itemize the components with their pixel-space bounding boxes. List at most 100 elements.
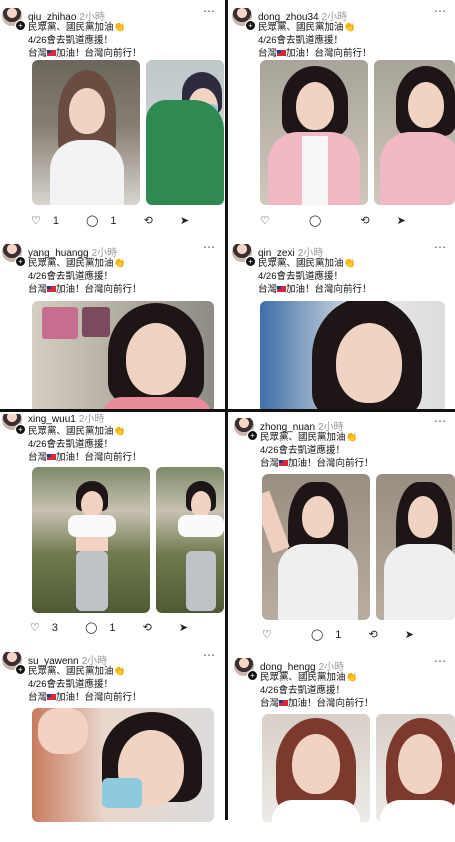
- text-part: 台灣: [260, 698, 280, 709]
- more-icon[interactable]: ⋯: [203, 652, 216, 662]
- post-photo[interactable]: [32, 708, 214, 822]
- like-count: 1: [52, 215, 59, 227]
- vertical-divider-top: [225, 0, 228, 410]
- follow-plus-icon[interactable]: +: [247, 430, 258, 441]
- like-button[interactable]: ♡: [262, 628, 296, 641]
- post-photo[interactable]: [262, 474, 370, 620]
- post-photo[interactable]: [260, 301, 445, 409]
- post-text-line: 民眾黨、國民黨加油👏: [260, 432, 358, 443]
- post-photo[interactable]: [146, 60, 224, 205]
- follow-plus-icon[interactable]: +: [15, 664, 26, 675]
- share-icon: ➤: [404, 629, 414, 641]
- post-text-line: 台灣 加油！台灣向前行！: [260, 697, 374, 710]
- like-button[interactable]: ♡ 1: [31, 214, 71, 227]
- post-card: + dong_zhou34 2小時 ⋯ 民眾黨、國民黨加油👏 4/26會去凱道應援…: [230, 8, 455, 233]
- post-text-line: 民眾黨、國民黨加油👏: [28, 666, 126, 677]
- follow-plus-icon[interactable]: +: [245, 256, 256, 267]
- post-text-line: 4/26會去凱道應援！: [28, 679, 113, 690]
- text-part: 台灣: [28, 284, 48, 295]
- post-card: + dong_hengg 2小時 ⋯ 民眾黨、國民黨加油👏 4/26會去凱道應援！…: [232, 658, 455, 822]
- more-icon[interactable]: ⋯: [203, 244, 216, 254]
- vertical-divider-bottom: [225, 410, 228, 820]
- text-part: 加油！台灣向前行！: [286, 48, 372, 59]
- reply-icon: ◯: [86, 215, 99, 227]
- text-part: 加油！台灣向前行！: [56, 452, 142, 463]
- taiwan-flag-icon: [47, 50, 57, 57]
- reply-button[interactable]: ◯: [309, 214, 345, 227]
- post-photo[interactable]: [32, 301, 214, 409]
- like-count: 3: [51, 622, 58, 634]
- follow-plus-icon[interactable]: +: [15, 256, 26, 267]
- share-button[interactable]: ➤: [397, 214, 418, 227]
- post-card: + xing_wuu12小時 ⋯ 民眾黨、國民黨加油👏 4/26會去凱道應援！ …: [0, 414, 224, 644]
- reply-count: 1: [335, 629, 342, 641]
- more-icon[interactable]: ⋯: [434, 8, 447, 18]
- repost-button[interactable]: ⟲: [143, 621, 164, 634]
- taiwan-flag-icon: [279, 700, 289, 707]
- post-text-line: 4/26會去凱道應援！: [28, 439, 113, 450]
- share-button[interactable]: ➤: [405, 628, 426, 641]
- more-icon[interactable]: ⋯: [203, 8, 216, 18]
- post-text-line: 民眾黨、國民黨加油👏: [28, 258, 126, 269]
- post-text-line: 台灣 加油！台灣向前行！: [258, 47, 372, 60]
- taiwan-flag-icon: [47, 454, 57, 461]
- post-photo[interactable]: [260, 60, 368, 205]
- taiwan-flag-icon: [277, 50, 287, 57]
- text-part: 加油！台灣向前行！: [56, 48, 142, 59]
- post-card: + qiu_zhihao 2小時 ⋯ 民眾黨、國民黨加油👏 4/26會去凱道應援！…: [0, 8, 224, 233]
- like-button[interactable]: ♡: [260, 214, 294, 227]
- repost-button[interactable]: ⟲: [144, 214, 165, 227]
- post-photo[interactable]: [156, 467, 224, 613]
- post-text-line: 民眾黨、國民黨加油👏: [258, 22, 356, 33]
- share-button[interactable]: ➤: [179, 621, 200, 634]
- share-icon: ➤: [178, 622, 189, 634]
- reply-icon: ◯: [85, 622, 98, 634]
- like-icon: ♡: [30, 622, 40, 634]
- post-photo[interactable]: [374, 60, 455, 205]
- reply-button[interactable]: ◯ 1: [86, 214, 128, 227]
- follow-plus-icon[interactable]: +: [15, 424, 26, 435]
- text-part: 加油！台灣向前行！: [56, 284, 142, 295]
- post-time: 2小時: [78, 414, 105, 425]
- share-icon: ➤: [179, 215, 190, 227]
- share-button[interactable]: ➤: [180, 214, 201, 227]
- taiwan-flag-icon: [279, 460, 289, 467]
- post-photo[interactable]: [262, 714, 370, 822]
- text-part: 加油！台灣向前行！: [286, 284, 372, 295]
- more-icon[interactable]: ⋯: [434, 418, 447, 428]
- reply-icon: ◯: [308, 215, 322, 227]
- text-part: 台灣: [258, 284, 278, 295]
- follow-plus-icon[interactable]: +: [15, 20, 26, 31]
- text-part: 台灣: [258, 48, 278, 59]
- reply-count: 1: [109, 622, 116, 634]
- repost-button[interactable]: ⟲: [360, 214, 381, 227]
- post-photo[interactable]: [32, 60, 140, 205]
- post-photo[interactable]: [376, 714, 455, 822]
- taiwan-flag-icon: [277, 286, 287, 293]
- text-part: 加油！台灣向前行！: [288, 458, 374, 469]
- text-part: 台灣: [260, 458, 280, 469]
- more-icon[interactable]: ⋯: [434, 244, 447, 254]
- post-text-line: 民眾黨、國民黨加油👏: [28, 22, 126, 33]
- post-text-line: 台灣 加油！台灣向前行！: [28, 691, 142, 704]
- like-button[interactable]: ♡ 3: [30, 621, 70, 634]
- reply-icon: ◯: [310, 629, 324, 641]
- reply-button[interactable]: ◯ 1: [311, 628, 353, 641]
- text-part: 台灣: [28, 692, 48, 703]
- more-icon[interactable]: ⋯: [203, 414, 216, 420]
- username[interactable]: xing_wuu1: [28, 414, 76, 425]
- post-text-line: 台灣 加油！台灣向前行！: [28, 451, 142, 464]
- post-text-line: 台灣 加油！台灣向前行！: [260, 457, 374, 470]
- post-photo[interactable]: [32, 467, 150, 613]
- repost-button[interactable]: ⟲: [368, 628, 389, 641]
- post-text-line: 4/26會去凱道應援！: [260, 685, 345, 696]
- reply-button[interactable]: ◯ 1: [85, 621, 127, 634]
- post-card: + yang_huangg 2小時 ⋯ 民眾黨、國民黨加油👏 4/26會去凱道應援…: [0, 244, 224, 409]
- like-icon: ♡: [31, 215, 41, 227]
- more-icon[interactable]: ⋯: [434, 658, 447, 668]
- follow-plus-icon[interactable]: +: [247, 670, 258, 681]
- post-text-line: 民眾黨、國民黨加油👏: [28, 426, 126, 437]
- follow-plus-icon[interactable]: +: [245, 20, 256, 31]
- post-photo[interactable]: [376, 474, 455, 620]
- post-text-line: 4/26會去凱道應援！: [28, 35, 113, 46]
